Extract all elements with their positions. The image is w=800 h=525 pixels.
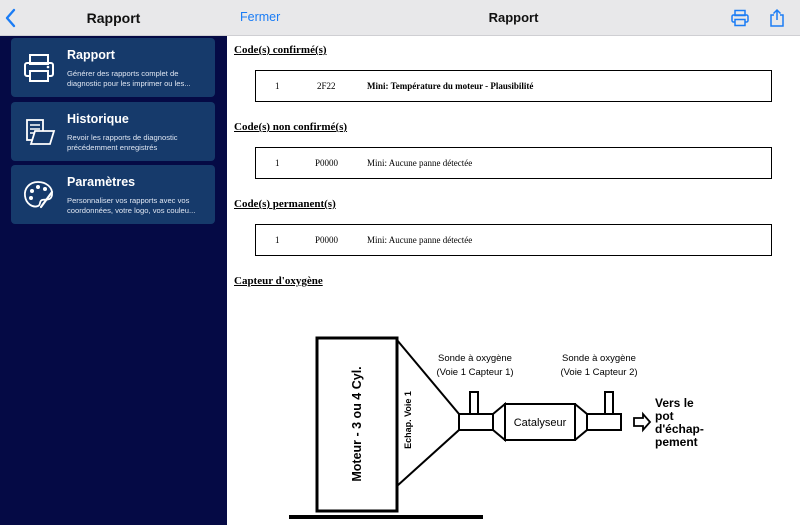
sidebar-item-title: Historique — [67, 112, 129, 126]
arrow-right-icon — [633, 411, 652, 433]
report-panel: Fermer Rapport Code(s) confirmé(s) 1 2F2… — [227, 0, 800, 525]
sidebar-item-parametres[interactable]: Paramètres Personnaliser vos rapports av… — [11, 165, 215, 224]
sensor2-label: Sonde à oxygène — [562, 353, 636, 364]
row-code: 2F22 — [317, 81, 336, 91]
close-button[interactable]: Fermer — [240, 10, 280, 24]
printer-icon[interactable] — [730, 8, 750, 28]
exhaust-label: Echap. Voie 1 — [403, 391, 413, 449]
row-description: Mini: Température du moteur - Plausibili… — [367, 81, 534, 91]
outlet-label-line1: Vers le — [655, 396, 694, 410]
outlet-label-line4: pement — [655, 435, 698, 449]
row-number: 1 — [275, 158, 280, 168]
unconfirmed-codes-heading: Code(s) non confirmé(s) — [234, 121, 348, 133]
confirmed-codes-heading: Code(s) confirmé(s) — [234, 44, 327, 56]
sensor2-sublabel: (Voie 1 Capteur 2) — [560, 367, 637, 378]
row-code: P0000 — [315, 235, 339, 245]
outlet-label-line3: d'échap- — [655, 422, 704, 436]
row-number: 1 — [275, 235, 280, 245]
sensor1-sublabel: (Voie 1 Capteur 1) — [436, 367, 513, 378]
sidebar: Rapport Rapport Générer des rapports com… — [0, 0, 227, 525]
printer-icon — [24, 54, 54, 82]
catalyst-label: Catalyseur — [514, 417, 567, 429]
catalyst-cone-right — [574, 403, 588, 441]
engine-label: Moteur - 3 ou 4 Cyl. — [350, 366, 364, 481]
row-number: 1 — [275, 81, 280, 91]
sidebar-title: Rapport — [86, 10, 141, 26]
sidebar-item-title: Rapport — [67, 48, 115, 62]
row-description: Mini: Aucune panne détectée — [367, 158, 473, 168]
sidebar-header: Rapport — [0, 0, 227, 36]
sidebar-item-description: Générer des rapports complet de diagnost… — [67, 69, 191, 88]
documents-icon — [26, 119, 56, 145]
oxygen-sensor-2 — [604, 391, 614, 415]
row-description: Mini: Aucune panne détectée — [367, 235, 473, 245]
page-title: Rapport — [488, 10, 539, 25]
permanent-codes-heading: Code(s) permanent(s) — [234, 198, 336, 210]
outlet-label-line2: pot — [655, 409, 674, 423]
table-row: 1 P0000 Mini: Aucune panne détectée — [255, 147, 772, 179]
share-icon[interactable] — [767, 8, 787, 28]
palette-icon — [24, 181, 54, 209]
pipe-segment — [458, 413, 494, 431]
sidebar-item-description: Revoir les rapports de diagnostic précéd… — [67, 133, 178, 152]
sidebar-item-rapport[interactable]: Rapport Générer des rapports complet de … — [11, 38, 215, 97]
table-row: 1 P0000 Mini: Aucune panne détectée — [255, 224, 772, 256]
oxygen-sensor-heading: Capteur d'oxygène — [234, 275, 323, 287]
table-row: 1 2F22 Mini: Température du moteur - Pla… — [255, 70, 772, 102]
catalyst-cone-left — [492, 401, 506, 443]
sidebar-item-title: Paramètres — [67, 175, 136, 189]
sidebar-item-description: Personnaliser vos rapports avec vos coor… — [67, 196, 196, 215]
oxygen-sensor-1 — [469, 391, 479, 415]
sensor1-label: Sonde à oxygène — [438, 353, 512, 364]
report-header: Fermer Rapport — [227, 0, 800, 36]
row-code: P0000 — [315, 158, 339, 168]
oxygen-sensor-diagram: Moteur - 3 ou 4 Cyl. Echap. Voie 1 Sonde… — [289, 336, 704, 519]
pipe-segment — [586, 413, 622, 431]
sidebar-item-historique[interactable]: Historique Revoir les rapports de diagno… — [11, 102, 215, 161]
